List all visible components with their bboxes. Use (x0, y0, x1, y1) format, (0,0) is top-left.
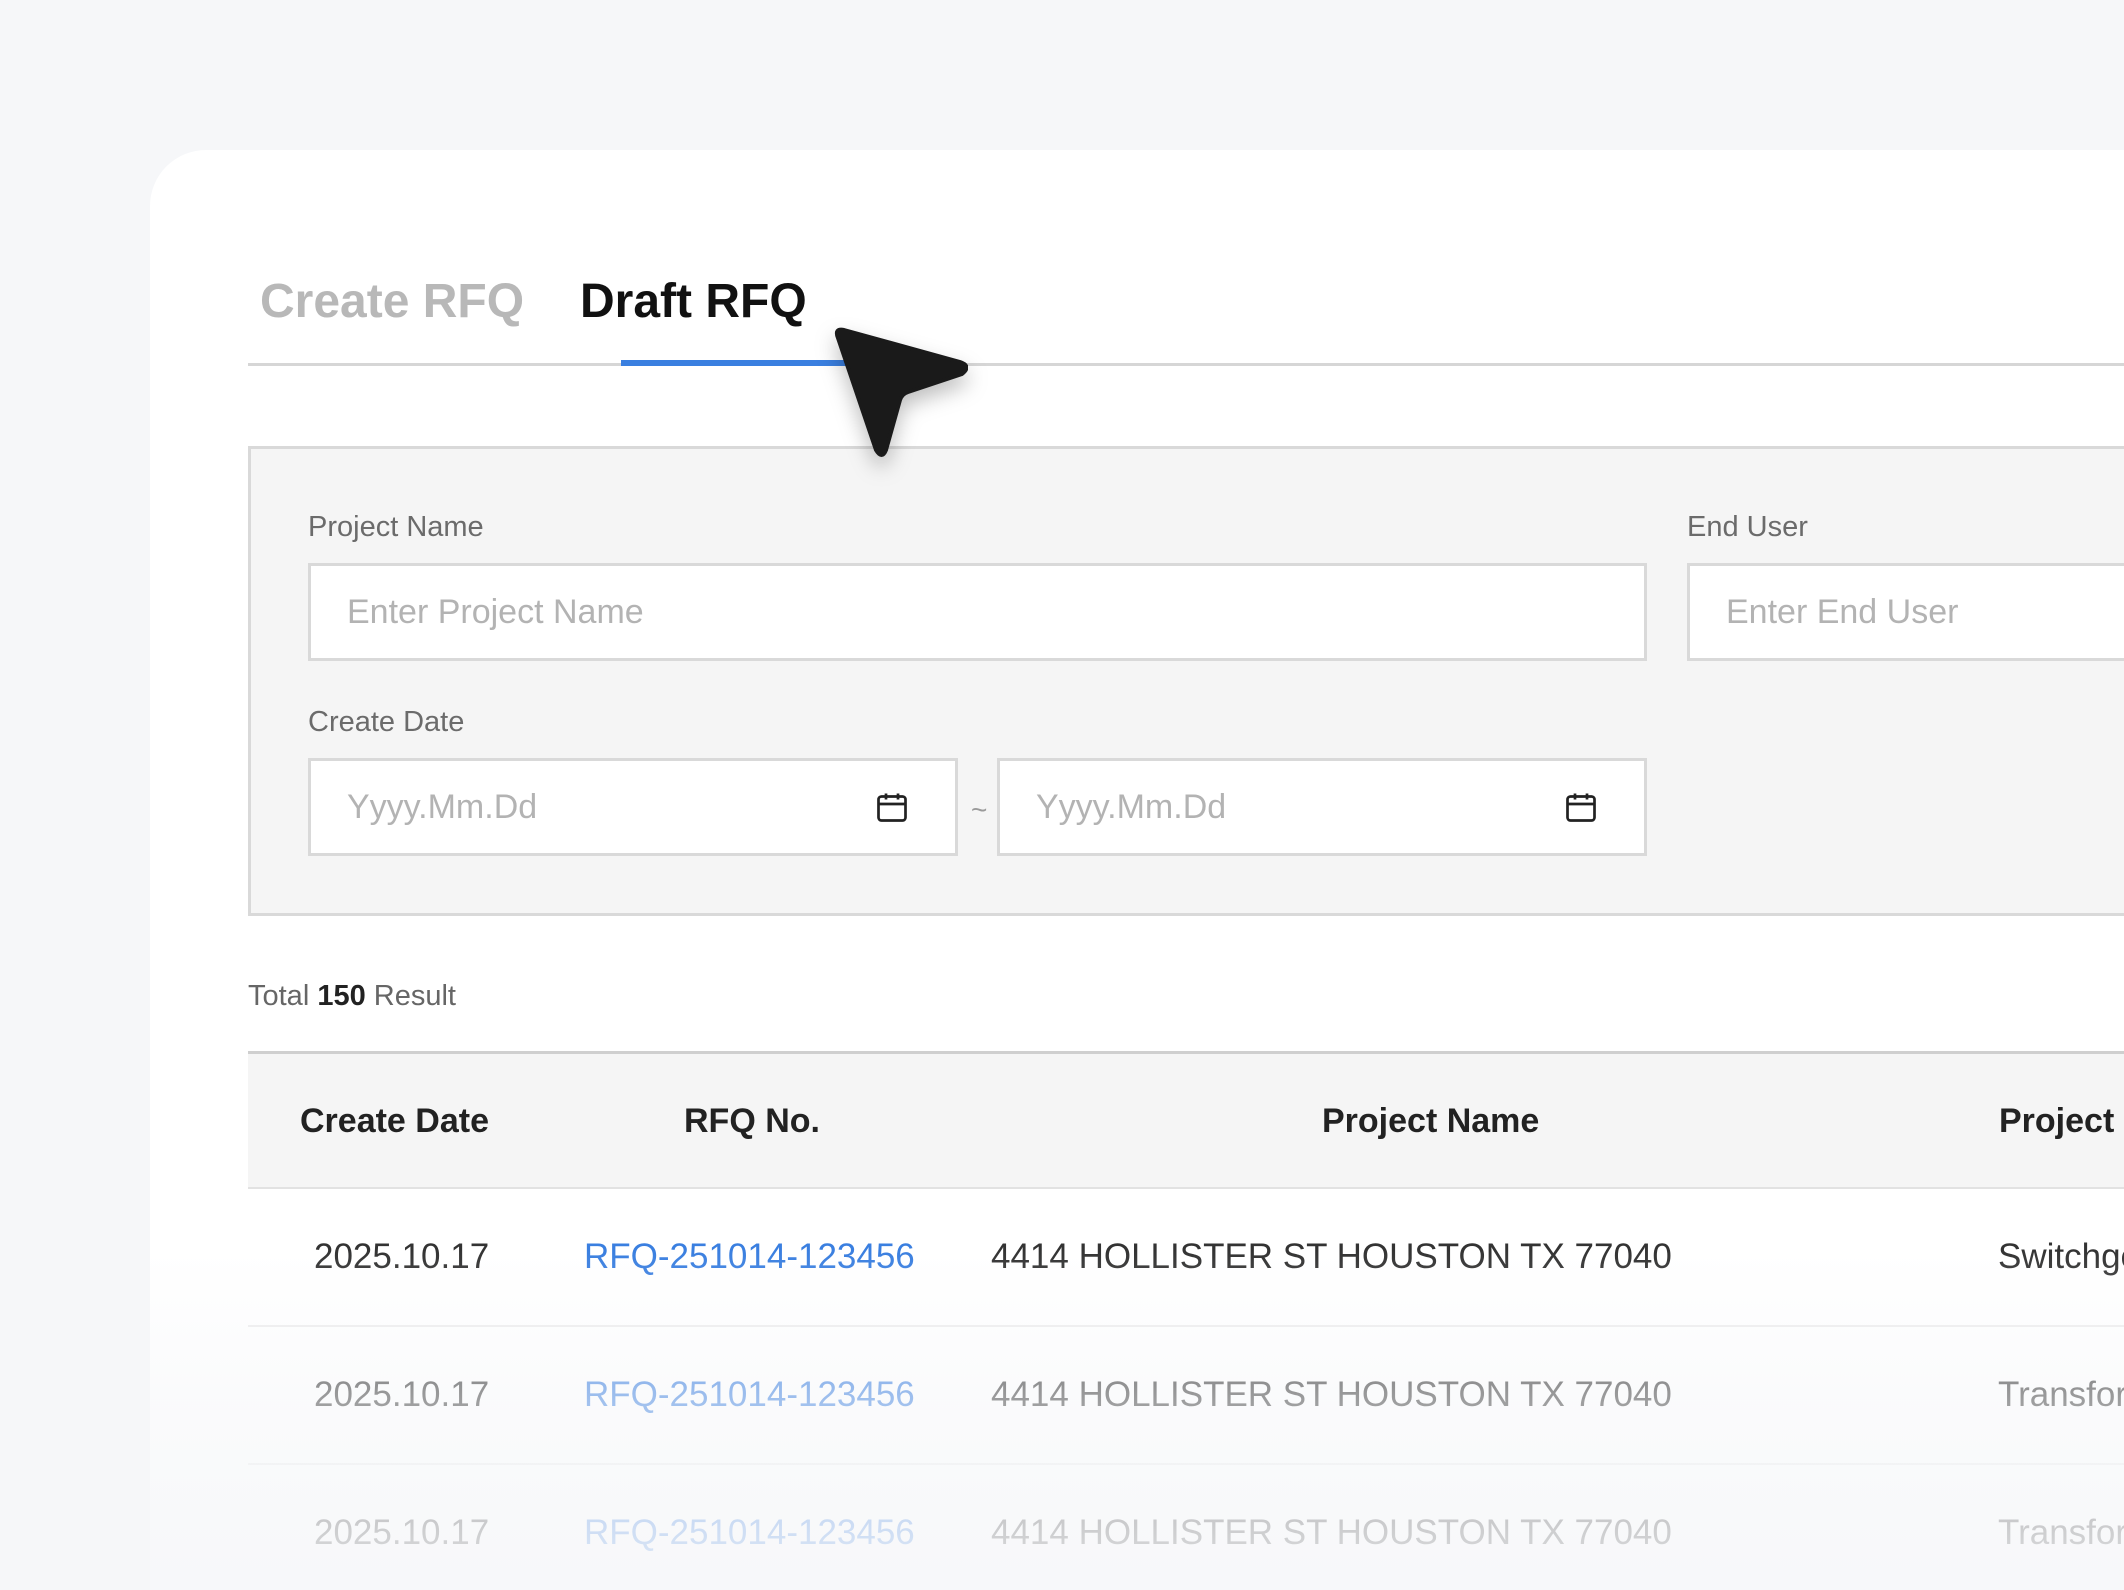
rfq-number-link[interactable]: RFQ-251014-123456 (584, 1239, 915, 1274)
mouse-cursor-icon (834, 327, 968, 457)
table-header: Create Date RFQ No. Project Name Project (248, 1051, 2124, 1189)
header-create-date[interactable]: Create Date (300, 1104, 489, 1138)
table-row[interactable]: 2025.10.17 RFQ-251014-123456 4414 HOLLIS… (248, 1465, 2124, 1590)
date-range-separator: ~ (971, 794, 988, 825)
rfq-number-link[interactable]: RFQ-251014-123456 (584, 1377, 915, 1412)
tab-draft-rfq[interactable]: Draft RFQ (580, 278, 807, 326)
header-rfq-no[interactable]: RFQ No. (684, 1104, 820, 1138)
rfq-card: Create RFQ Draft RFQ Project Name End Us… (150, 150, 2124, 1590)
filter-panel: Project Name End User Create Date ~ (248, 446, 2124, 916)
results-total: Total 150 Result (248, 982, 456, 1011)
cell-project-type: Switchgear (1998, 1237, 2124, 1276)
header-project[interactable]: Project (1999, 1104, 2114, 1138)
end-user-label: End User (1687, 511, 1808, 543)
cell-create-date: 2025.10.17 (314, 1513, 490, 1552)
tab-bar: Create RFQ Draft RFQ (248, 150, 2124, 366)
results-prefix: Total (248, 980, 310, 1012)
cell-project-type: Transformer (1998, 1375, 2124, 1414)
rfq-table: Create Date RFQ No. Project Name Project… (248, 1051, 2124, 1590)
project-name-input[interactable] (308, 563, 1647, 661)
active-tab-indicator (621, 360, 863, 366)
rfq-number-link[interactable]: RFQ-251014-123456 (584, 1515, 915, 1550)
cell-project-type: Transformer (1998, 1513, 2124, 1552)
table-row[interactable]: 2025.10.17 RFQ-251014-123456 4414 HOLLIS… (248, 1189, 2124, 1327)
cell-project-name: 4414 HOLLISTER ST HOUSTON TX 77040 (991, 1513, 1672, 1552)
create-date-label: Create Date (308, 706, 465, 738)
results-count: 150 (317, 980, 366, 1012)
end-user-input[interactable] (1687, 563, 2124, 661)
cell-project-name: 4414 HOLLISTER ST HOUSTON TX 77040 (991, 1375, 1672, 1414)
results-suffix: Result (373, 980, 456, 1012)
cell-create-date: 2025.10.17 (314, 1375, 490, 1414)
tab-create-rfq[interactable]: Create RFQ (260, 278, 524, 326)
project-name-label: Project Name (308, 511, 484, 543)
cell-create-date: 2025.10.17 (314, 1237, 490, 1276)
create-date-to-input[interactable] (997, 758, 1647, 856)
calendar-icon[interactable] (1563, 789, 1599, 825)
calendar-icon[interactable] (874, 789, 910, 825)
table-row[interactable]: 2025.10.17 RFQ-251014-123456 4414 HOLLIS… (248, 1327, 2124, 1465)
header-project-name[interactable]: Project Name (1322, 1104, 1539, 1138)
create-date-from-input[interactable] (308, 758, 958, 856)
cell-project-name: 4414 HOLLISTER ST HOUSTON TX 77040 (991, 1237, 1672, 1276)
